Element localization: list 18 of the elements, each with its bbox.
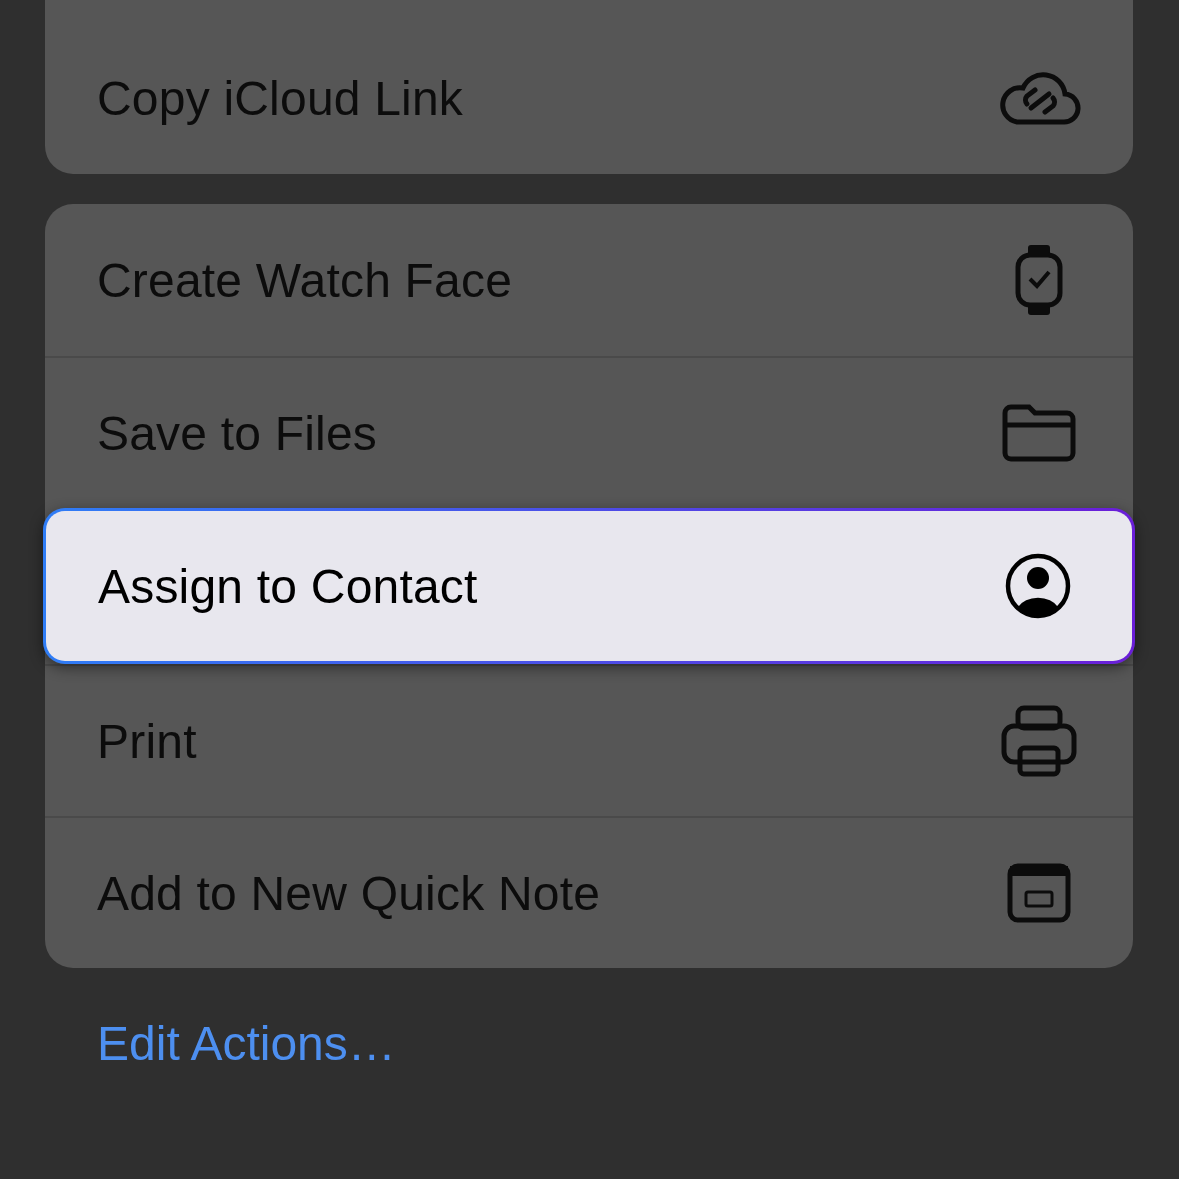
action-label: Assign to Contact <box>98 558 478 614</box>
action-row[interactable]: Print <box>45 664 1133 816</box>
action-row[interactable]: Add to New Quick Note <box>45 816 1133 968</box>
edit-actions-link[interactable]: Edit Actions… <box>97 1016 1133 1071</box>
action-row[interactable]: Create Watch Face <box>45 204 1133 356</box>
action-row[interactable]: Copy iCloud Link <box>45 22 1133 174</box>
watch-icon <box>1014 243 1064 317</box>
action-label: Add to New Quick Note <box>97 865 601 921</box>
action-label: Copy iCloud Link <box>97 70 464 126</box>
quick-note-icon <box>1006 862 1072 924</box>
action-label: Print <box>97 713 197 769</box>
action-label: Save to Files <box>97 405 378 461</box>
contact-icon <box>1005 553 1071 619</box>
action-row[interactable]: Save to Files <box>45 356 1133 508</box>
action-row[interactable]: Assign to Contact <box>43 508 1135 664</box>
folder-icon <box>1001 403 1077 463</box>
printer-icon <box>1000 704 1078 778</box>
action-label: Create Watch Face <box>97 252 513 308</box>
